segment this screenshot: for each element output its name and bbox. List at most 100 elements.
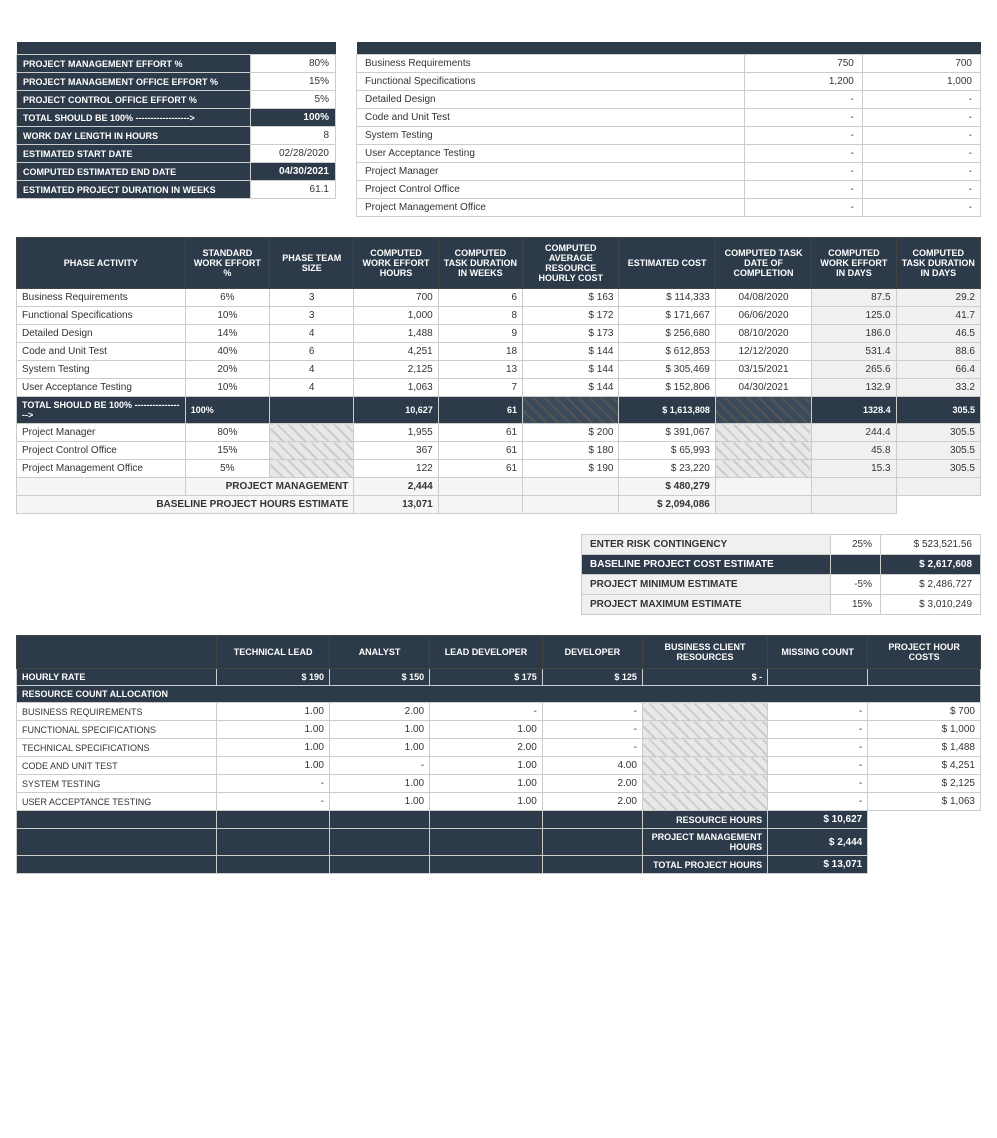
res-cell[interactable]: 1.00 — [217, 721, 330, 739]
res-cell[interactable]: $ 4,251 — [868, 757, 981, 775]
est-cell[interactable]: 4 — [270, 361, 354, 379]
res-hourly-value[interactable]: $ - — [642, 669, 767, 686]
res-cell[interactable]: $ 1,488 — [868, 739, 981, 757]
est-cell[interactable]: 4 — [270, 325, 354, 343]
res-cell[interactable]: 1.00 — [430, 757, 543, 775]
res-cell[interactable]: $ 1,000 — [868, 721, 981, 739]
res-cell[interactable]: 1.00 — [217, 703, 330, 721]
res-cell[interactable]: 2.00 — [329, 703, 429, 721]
est-cell[interactable]: 3 — [270, 289, 354, 307]
risk-pct[interactable]: -5% — [831, 575, 881, 595]
res-cell[interactable]: 1.00 — [329, 739, 429, 757]
phase-cell[interactable]: - — [862, 199, 980, 217]
phase-cell[interactable]: 700 — [862, 55, 980, 73]
est-cell[interactable]: 18 — [438, 343, 522, 361]
res-cell[interactable]: - — [217, 793, 330, 811]
res-cell[interactable] — [642, 793, 767, 811]
est-cell[interactable]: 4 — [270, 379, 354, 397]
res-cell[interactable] — [642, 775, 767, 793]
est-cell[interactable]: 1,488 — [354, 325, 438, 343]
est-cell[interactable]: 40% — [185, 343, 269, 361]
est-cell[interactable]: 1,063 — [354, 379, 438, 397]
risk-pct[interactable]: 15% — [831, 595, 881, 615]
res-cell[interactable]: - — [430, 703, 543, 721]
vars-value[interactable]: 80% — [250, 55, 335, 73]
res-cell[interactable]: 1.00 — [430, 721, 543, 739]
est-cell[interactable]: 10% — [185, 379, 269, 397]
res-cell[interactable] — [642, 757, 767, 775]
phase-cell[interactable]: - — [744, 91, 862, 109]
est-cell[interactable]: 3 — [270, 307, 354, 325]
risk-pct[interactable]: 25% — [831, 535, 881, 555]
phase-cell[interactable]: - — [744, 127, 862, 145]
phase-cell[interactable]: - — [744, 199, 862, 217]
res-cell[interactable] — [642, 703, 767, 721]
res-cell[interactable]: - — [768, 739, 868, 757]
res-hourly-value[interactable]: $ 190 — [217, 669, 330, 686]
risk-pct[interactable] — [831, 555, 881, 575]
phase-cell[interactable]: - — [862, 91, 980, 109]
res-cell[interactable]: 1.00 — [329, 793, 429, 811]
est-cell[interactable]: 14% — [185, 325, 269, 343]
phase-cell[interactable]: - — [744, 163, 862, 181]
est-cell[interactable]: 1,000 — [354, 307, 438, 325]
res-cell[interactable]: 2.00 — [542, 775, 642, 793]
res-cell[interactable]: - — [768, 793, 868, 811]
vars-value[interactable]: 15% — [250, 73, 335, 91]
res-cell[interactable]: $ 1,063 — [868, 793, 981, 811]
phase-cell[interactable]: 1,200 — [744, 73, 862, 91]
res-cell[interactable]: 1.00 — [329, 721, 429, 739]
vars-value[interactable]: 5% — [250, 91, 335, 109]
vars-value[interactable]: 100% — [250, 109, 335, 127]
est-cell[interactable]: 6 — [270, 343, 354, 361]
phase-cell[interactable]: - — [862, 127, 980, 145]
est-cell[interactable]: 7 — [438, 379, 522, 397]
res-cell[interactable]: 1.00 — [430, 775, 543, 793]
res-cell[interactable]: $ 2,125 — [868, 775, 981, 793]
res-hourly-value[interactable] — [768, 669, 868, 686]
est-cell[interactable]: 13 — [438, 361, 522, 379]
phase-cell[interactable]: - — [862, 163, 980, 181]
res-cell[interactable]: 1.00 — [430, 793, 543, 811]
res-cell[interactable]: - — [542, 721, 642, 739]
res-cell[interactable]: 1.00 — [217, 757, 330, 775]
res-cell[interactable]: 2.00 — [542, 793, 642, 811]
est-cell[interactable]: 6 — [438, 289, 522, 307]
est-cell[interactable]: 2,125 — [354, 361, 438, 379]
res-hourly-value[interactable] — [868, 669, 981, 686]
res-cell[interactable]: - — [768, 757, 868, 775]
phase-cell[interactable]: - — [862, 145, 980, 163]
res-cell[interactable]: - — [768, 775, 868, 793]
phase-cell[interactable]: - — [744, 145, 862, 163]
est-cell[interactable]: 700 — [354, 289, 438, 307]
res-cell[interactable]: $ 700 — [868, 703, 981, 721]
vars-value[interactable]: 02/28/2020 — [250, 145, 335, 163]
vars-value[interactable]: 04/30/2021 — [250, 163, 335, 181]
res-cell[interactable]: - — [542, 703, 642, 721]
vars-value[interactable]: 8 — [250, 127, 335, 145]
res-cell[interactable]: - — [329, 757, 429, 775]
res-hourly-value[interactable]: $ 125 — [542, 669, 642, 686]
est-cell[interactable]: 9 — [438, 325, 522, 343]
res-cell[interactable]: - — [217, 775, 330, 793]
res-cell[interactable]: 2.00 — [430, 739, 543, 757]
phase-cell[interactable]: - — [862, 181, 980, 199]
phase-cell[interactable]: 750 — [744, 55, 862, 73]
est-cell[interactable]: 20% — [185, 361, 269, 379]
res-cell[interactable] — [642, 739, 767, 757]
phase-cell[interactable]: - — [744, 181, 862, 199]
phase-cell[interactable]: - — [862, 109, 980, 127]
est-cell[interactable]: 4,251 — [354, 343, 438, 361]
res-hourly-value[interactable]: $ 175 — [430, 669, 543, 686]
res-cell[interactable] — [642, 721, 767, 739]
est-cell[interactable]: 8 — [438, 307, 522, 325]
res-hourly-value[interactable]: $ 150 — [329, 669, 429, 686]
res-cell[interactable]: 1.00 — [329, 775, 429, 793]
phase-cell[interactable]: - — [744, 109, 862, 127]
res-cell[interactable]: - — [768, 703, 868, 721]
est-cell[interactable]: 10% — [185, 307, 269, 325]
est-cell[interactable]: 6% — [185, 289, 269, 307]
res-cell[interactable]: 4.00 — [542, 757, 642, 775]
vars-value[interactable]: 61.1 — [250, 181, 335, 199]
res-cell[interactable]: - — [542, 739, 642, 757]
